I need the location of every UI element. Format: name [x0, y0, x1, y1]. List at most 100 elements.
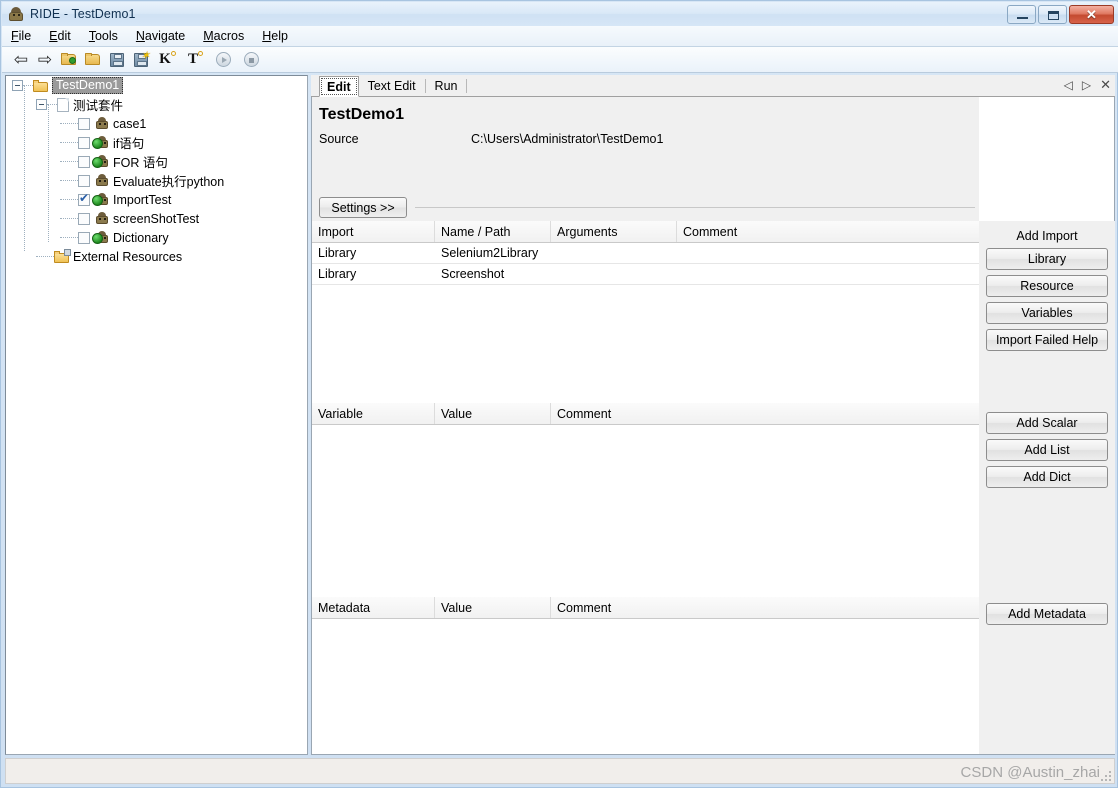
resize-grip[interactable]	[1099, 769, 1111, 781]
import-cell[interactable]: Library	[312, 243, 435, 263]
col-arguments: Arguments	[551, 221, 677, 242]
tree-item-label: FOR 语句	[113, 156, 168, 170]
tree-item-screenShotTest[interactable]: screenShotTest	[6, 209, 307, 228]
open-new-project-icon[interactable]	[58, 49, 80, 71]
col-variable: Variable	[312, 403, 435, 424]
robot-icon	[94, 211, 109, 226]
add-variables-button[interactable]: Variables	[986, 302, 1108, 324]
col-value: Value	[435, 403, 551, 424]
tab-next-icon[interactable]: ▷	[1082, 79, 1091, 91]
import-failed-help-button[interactable]: Import Failed Help	[986, 329, 1108, 351]
tree-connector	[47, 103, 57, 106]
tree-item-checkbox[interactable]	[78, 174, 90, 187]
import-cell[interactable]	[677, 243, 979, 263]
minimize-button[interactable]	[1007, 5, 1036, 24]
table-row[interactable]: Library Selenium2Library	[312, 243, 979, 264]
tab-text-edit-label: Text Edit	[367, 78, 416, 93]
col-comment-var: Comment	[557, 406, 612, 421]
import-cell[interactable]	[551, 264, 677, 284]
tree-expander-icon[interactable]	[12, 80, 23, 91]
tree-expander-icon[interactable]	[36, 99, 47, 110]
add-list-button[interactable]: Add List	[986, 439, 1108, 461]
source-path-value: C:\Users\Administrator\TestDemo1	[471, 132, 664, 146]
tree-item-TestDemo1[interactable]: TestDemo1	[6, 76, 307, 95]
tree-item-Dictionary[interactable]: Dictionary	[6, 228, 307, 247]
tree-connector	[36, 255, 54, 258]
tree-connector	[60, 179, 78, 182]
tree-item-ImportTest[interactable]: ImportTest	[6, 190, 307, 209]
tree-item-Evaluate执行python[interactable]: Evaluate执行python	[6, 171, 307, 190]
status-green-icon	[92, 157, 103, 168]
watermark-text: CSDN @Austin_zhai	[960, 764, 1100, 781]
import-cell[interactable]	[677, 264, 979, 284]
back-arrow-icon[interactable]: ⇦	[10, 49, 32, 71]
table-row[interactable]: Library Screenshot	[312, 264, 979, 285]
stop-icon[interactable]	[240, 49, 262, 71]
col-comment: Comment	[683, 224, 738, 239]
tree-connector	[23, 84, 33, 87]
add-scalar-button[interactable]: Add Scalar	[986, 412, 1108, 434]
metadata-grid[interactable]: Metadata Value Comment	[312, 597, 979, 754]
menu-bar: File Edit Tools Navigate Macros Help	[2, 26, 1118, 47]
tree-item-label: 测试套件	[73, 99, 124, 113]
tree-item-label: TestDemo1	[52, 77, 124, 94]
tab-close-icon[interactable]: ✕	[1100, 78, 1111, 91]
tree-item-if语句[interactable]: if语句	[6, 133, 307, 152]
import-cell[interactable]: Library	[312, 264, 435, 284]
close-button[interactable]: ✕	[1069, 5, 1114, 24]
tree-connector	[60, 141, 78, 144]
search-keyword-icon[interactable]: K	[154, 49, 176, 71]
tab-navigation: ◁ ▷ ✕	[1064, 78, 1111, 91]
settings-toggle-button[interactable]: Settings >>	[319, 197, 407, 218]
tree-item-checkbox[interactable]	[78, 117, 90, 130]
tree-item-checkbox[interactable]	[78, 136, 90, 149]
tab-prev-icon[interactable]: ◁	[1064, 79, 1073, 91]
menu-item-help[interactable]: Help	[253, 27, 297, 46]
save-all-icon[interactable]: ✶	[130, 49, 152, 71]
robot-icon	[92, 135, 109, 150]
col-import: Import	[312, 221, 435, 242]
robot-icon	[92, 154, 109, 169]
import-cell[interactable]: Screenshot	[435, 264, 551, 284]
maximize-button[interactable]	[1038, 5, 1067, 24]
tree-item-checkbox[interactable]	[78, 231, 90, 244]
tree-item-FOR 语句[interactable]: FOR 语句	[6, 152, 307, 171]
status-green-icon	[92, 195, 103, 206]
title-bar: RIDE - TestDemo1 ✕	[2, 2, 1118, 26]
tree-item-checkbox[interactable]	[78, 212, 90, 225]
tree-item-checkbox[interactable]	[78, 192, 90, 206]
imports-rows: Library Selenium2Library Library Screenshot	[312, 243, 979, 285]
add-resource-button[interactable]: Resource	[986, 275, 1108, 297]
robot-icon	[92, 192, 109, 207]
menu-item-file[interactable]: File	[2, 27, 40, 46]
tree-item-测试套件[interactable]: 测试套件	[6, 95, 307, 114]
variables-grid[interactable]: Variable Value Comment	[312, 403, 979, 597]
menu-item-tools[interactable]: Tools	[80, 27, 127, 46]
tab-edit[interactable]: Edit	[319, 76, 359, 97]
add-dict-button[interactable]: Add Dict	[986, 466, 1108, 488]
add-metadata-button[interactable]: Add Metadata	[986, 603, 1108, 625]
source-label: Source	[319, 132, 359, 146]
import-cell[interactable]: Selenium2Library	[435, 243, 551, 263]
forward-arrow-icon[interactable]: ⇨	[34, 49, 56, 71]
tree-connector	[60, 122, 78, 125]
project-tree-panel[interactable]: TestDemo1 测试套件 case1 if语句 FOR 语句 Evaluate执行py…	[5, 75, 308, 755]
import-cell[interactable]	[551, 243, 677, 263]
save-icon[interactable]	[106, 49, 128, 71]
tree-item-checkbox[interactable]	[78, 155, 90, 168]
run-icon[interactable]	[212, 49, 234, 71]
menu-item-macros[interactable]: Macros	[194, 27, 253, 46]
search-test-icon[interactable]: T	[182, 49, 204, 71]
document-icon	[57, 97, 69, 112]
tree-item-label: External Resources	[73, 249, 183, 264]
application-window: RIDE - TestDemo1 ✕ File Edit Tools Navig…	[0, 0, 1118, 788]
tree-item-External Resources[interactable]: External Resources	[6, 247, 307, 266]
menu-item-navigate[interactable]: Navigate	[127, 27, 194, 46]
tab-text-edit[interactable]: Text Edit	[358, 75, 425, 96]
open-folder-icon[interactable]	[82, 49, 104, 71]
menu-item-edit[interactable]: Edit	[40, 27, 80, 46]
imports-grid[interactable]: Import Name / Path Arguments Comment Lib…	[312, 221, 979, 405]
add-library-button[interactable]: Library	[986, 248, 1108, 270]
tree-item-case1[interactable]: case1	[6, 114, 307, 133]
tab-run[interactable]: Run	[425, 75, 467, 96]
